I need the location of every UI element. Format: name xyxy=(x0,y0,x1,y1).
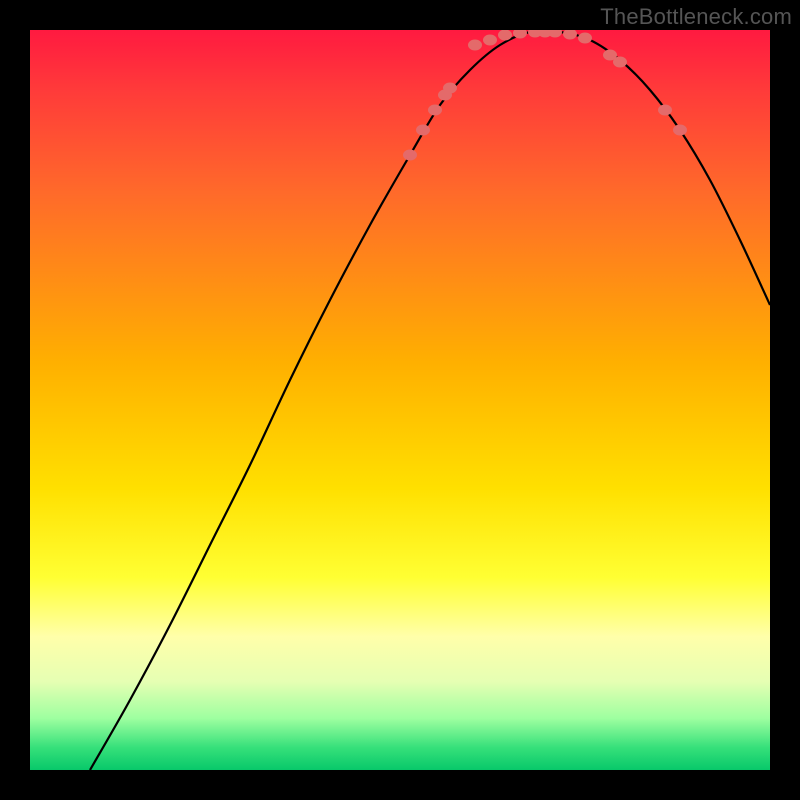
bottleneck-curve-path xyxy=(90,31,770,770)
data-marker xyxy=(403,150,417,161)
data-marker xyxy=(578,33,592,44)
data-marker xyxy=(483,35,497,46)
chart-frame xyxy=(30,30,770,770)
data-marker xyxy=(548,30,562,38)
data-marker xyxy=(658,105,672,116)
data-marker xyxy=(673,125,687,136)
data-marker xyxy=(428,105,442,116)
data-marker xyxy=(613,57,627,68)
chart-svg xyxy=(30,30,770,770)
data-marker xyxy=(416,125,430,136)
plot-area xyxy=(30,30,770,770)
data-marker xyxy=(498,30,512,41)
data-marker xyxy=(468,40,482,51)
watermark-text: TheBottleneck.com xyxy=(600,4,792,30)
data-marker xyxy=(443,83,457,94)
data-marker xyxy=(563,30,577,40)
markers-group xyxy=(403,30,687,161)
